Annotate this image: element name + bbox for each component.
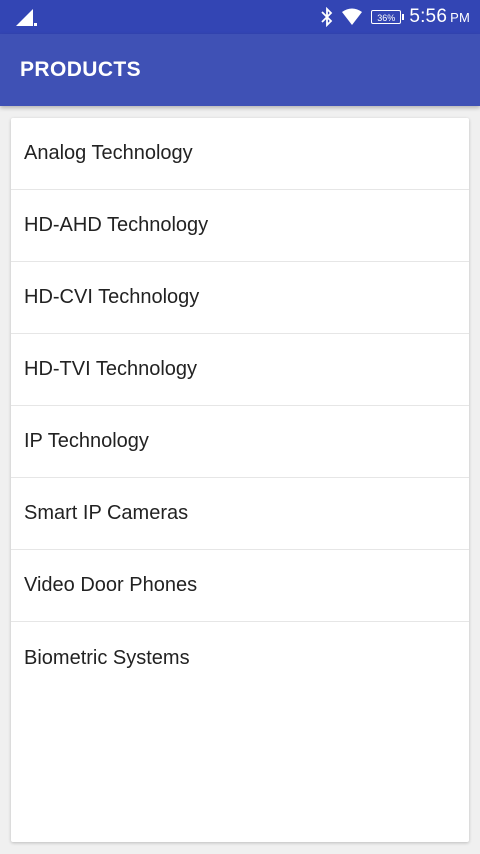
list-item-label: Biometric Systems — [24, 646, 190, 669]
list-item-label: HD-TVI Technology — [24, 358, 198, 380]
wifi-icon — [342, 8, 363, 25]
list-item-analog-technology[interactable]: Analog Technology — [11, 118, 469, 190]
products-list: Analog Technology HD-AHD Technology HD-C… — [11, 118, 469, 842]
list-item-hd-tvi-technology[interactable]: HD-TVI Technology — [11, 334, 469, 406]
list-item-biometric-systems[interactable]: Biometric Systems — [11, 622, 469, 694]
list-item-ip-technology[interactable]: IP Technology — [11, 406, 469, 478]
status-bar: 36% 5:56 PM — [0, 0, 480, 34]
page-title: PRODUCTS — [20, 58, 142, 81]
battery-icon: 36% — [371, 10, 405, 24]
clock-ampm: PM — [450, 10, 470, 25]
app-bar: PRODUCTS — [0, 34, 480, 106]
bluetooth-icon — [321, 7, 333, 27]
list-item-label: HD-CVI Technology — [24, 286, 200, 308]
list-item-label: Video Door Phones — [24, 574, 198, 596]
list-item-label: Analog Technology — [24, 142, 193, 164]
list-item-video-door-phones[interactable]: Video Door Phones — [11, 550, 469, 622]
list-item-label: IP Technology — [24, 430, 149, 452]
status-icons: 36% 5:56 PM — [321, 0, 470, 34]
battery-level: 36% — [377, 13, 396, 23]
list-item-label: HD-AHD Technology — [24, 214, 209, 236]
list-item-smart-ip-cameras[interactable]: Smart IP Cameras — [11, 478, 469, 550]
list-item-hd-cvi-technology[interactable]: HD-CVI Technology — [11, 262, 469, 334]
signal-icon — [16, 9, 37, 26]
list-item-label: Smart IP Cameras — [24, 502, 189, 524]
status-time: 5:56 PM — [409, 6, 470, 28]
clock-time: 5:56 — [409, 6, 448, 27]
list-item-hd-ahd-technology[interactable]: HD-AHD Technology — [11, 190, 469, 262]
